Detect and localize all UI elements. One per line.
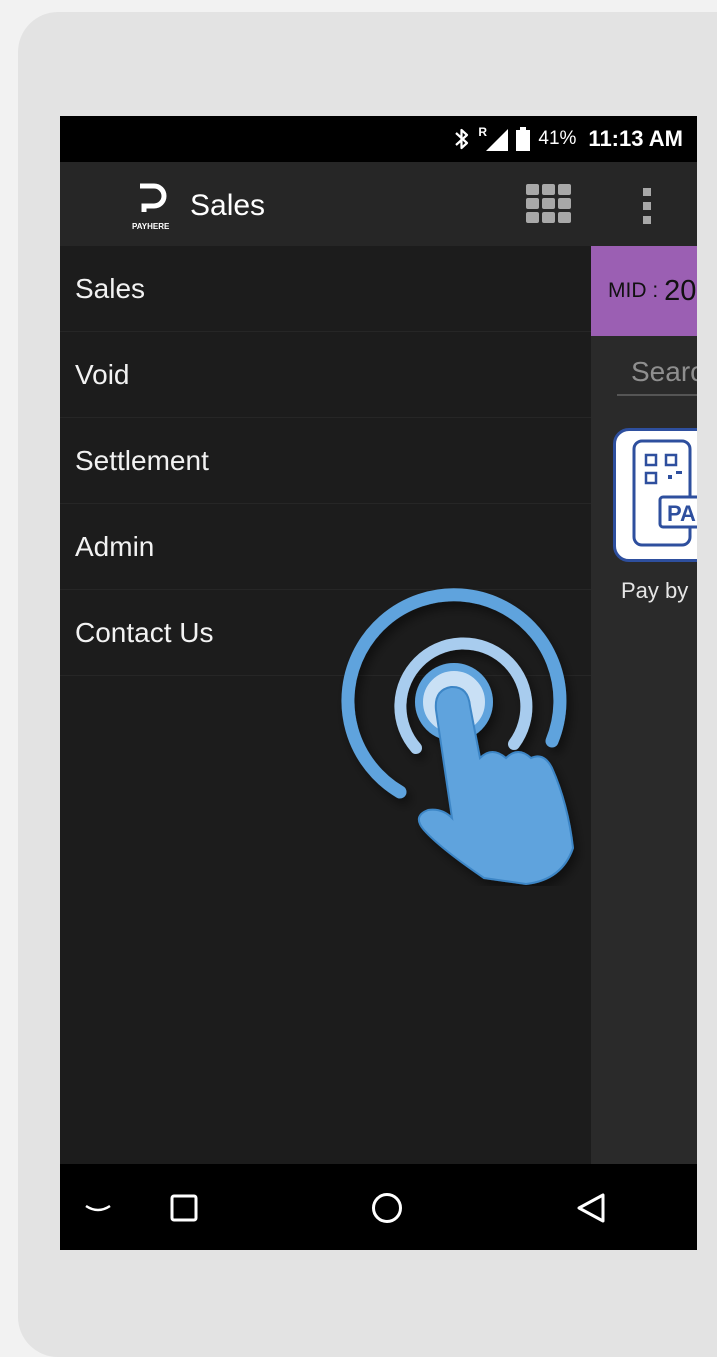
bluetooth-icon [455,128,469,150]
mid-value: 20 [664,274,697,307]
app-title: Sales [190,189,266,222]
signal-icon [486,129,509,151]
battery-percent: 41% [538,128,577,149]
collapse-icon[interactable] [84,1202,112,1216]
logo-text: PAYHERE [132,222,170,231]
status-clock: 11:13 AM [588,126,683,151]
drawer-item-sales[interactable]: Sales [60,246,591,332]
main-content: MID : 20 PA Pay by [591,246,697,1164]
pay-by-label: Pay by [621,578,689,603]
grid-icon[interactable] [526,184,572,224]
qr-phone-icon: PA [632,439,697,547]
search-input[interactable] [617,350,697,396]
tile-text: PA [667,501,696,526]
mid-banner: MID : 20 [591,246,697,336]
more-vert-icon[interactable] [632,186,662,226]
status-bar: R 41% 11:13 AM [60,116,697,162]
phone-screen: R 41% 11:13 AM PAYHERE Sales MID: 20 Se… [60,116,697,1250]
back-icon[interactable] [576,1192,606,1224]
mid-label: MID : [608,279,659,302]
status-icons: R 41% 11:13 AM [454,116,683,162]
drawer-item-admin[interactable]: Admin [60,504,591,590]
app-bar: PAYHERE Sales [60,162,697,246]
drawer-item-void[interactable]: Void [60,332,591,418]
battery-icon [516,127,531,151]
pay-by-qr-tile[interactable]: PA [613,428,697,562]
drawer-item-settlement[interactable]: Settlement [60,418,591,504]
system-nav-bar [60,1164,697,1250]
touch-gesture-icon [341,588,575,886]
home-icon[interactable] [371,1192,403,1224]
payhere-logo: PAYHERE [132,183,170,231]
signal-indicator: R [478,125,509,151]
recents-icon[interactable] [170,1194,198,1222]
